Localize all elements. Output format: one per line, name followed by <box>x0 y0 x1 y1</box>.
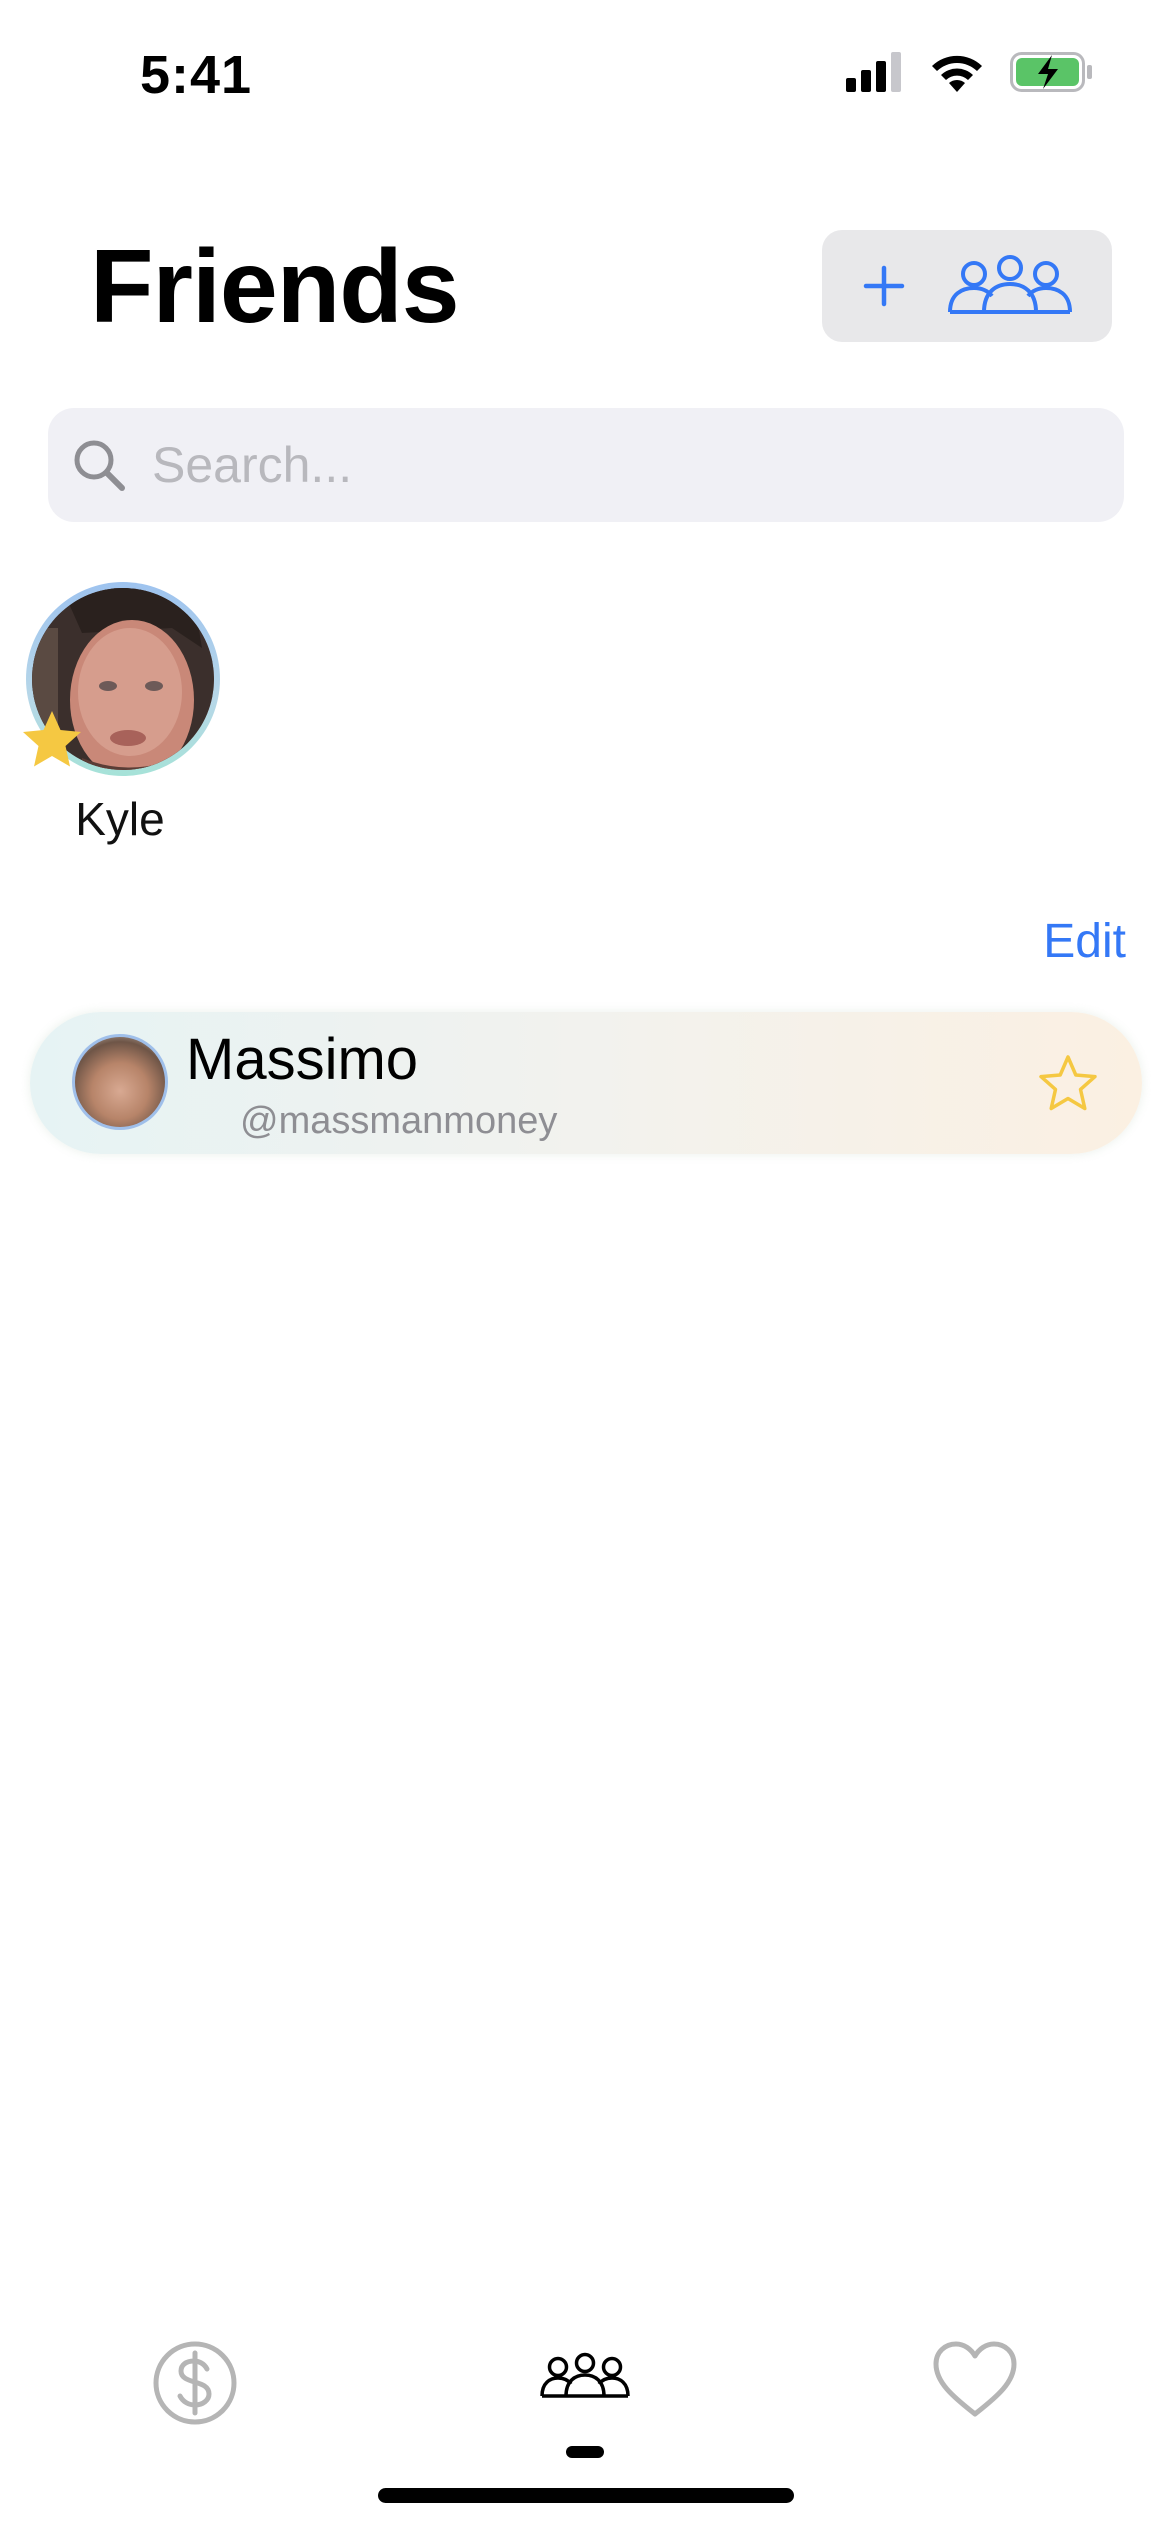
friends-screen: 5:41 Friends Search... Kyle Edit Massimo… <box>0 0 1170 2532</box>
people-group-icon[interactable] <box>540 2352 630 2400</box>
friend-row-massimo[interactable]: Massimo @massmanmoney <box>30 1012 1142 1154</box>
star-outline-icon[interactable] <box>1038 1054 1098 1112</box>
search-bar[interactable] <box>48 408 1124 522</box>
search-input[interactable] <box>152 408 1092 522</box>
friend-name: Massimo <box>186 1027 419 1092</box>
wifi-icon <box>932 55 982 92</box>
dollar-circle-icon[interactable] <box>152 2340 238 2426</box>
add-friend-group-button[interactable] <box>822 230 1112 342</box>
plus-icon <box>863 265 905 307</box>
search-icon <box>74 440 125 491</box>
avatar <box>72 1034 168 1130</box>
status-icons <box>846 52 1094 92</box>
friend-handle: @massmanmoney <box>240 1100 558 1142</box>
heart-icon[interactable] <box>932 2340 1018 2420</box>
status-time: 5:41 <box>140 45 253 105</box>
people-group-icon <box>948 255 1072 314</box>
favorite-friend-name: Kyle <box>75 793 165 845</box>
star-filled-icon <box>23 711 81 767</box>
home-indicator[interactable] <box>378 2488 794 2503</box>
avatar-image <box>75 1037 165 1127</box>
status-bar: 5:41 <box>0 0 1170 150</box>
battery-charging-icon <box>1010 52 1092 92</box>
cellular-signal-icon <box>846 52 901 92</box>
favorite-friend-kyle[interactable]: Kyle <box>20 582 220 852</box>
page-title: Friends <box>90 229 460 345</box>
edit-button[interactable]: Edit <box>1043 914 1126 969</box>
selected-tab-indicator <box>566 2446 604 2458</box>
